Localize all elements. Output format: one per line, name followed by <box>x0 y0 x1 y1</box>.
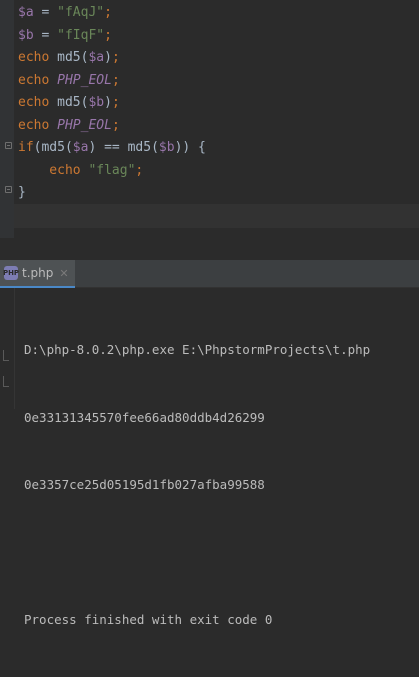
php-file-icon: PHP <box>3 266 19 280</box>
code-line[interactable]: echo PHP_EOL; <box>18 70 206 93</box>
current-line-highlight <box>14 204 419 228</box>
code-token: "flag" <box>88 162 136 178</box>
code-token: $b <box>18 27 34 43</box>
code-token: ) == md5( <box>88 140 159 155</box>
code-token: ; <box>135 162 144 178</box>
code-token: echo <box>18 72 58 88</box>
code-token: } <box>18 185 26 200</box>
code-token: ; <box>111 72 120 88</box>
console-exit-message: Process finished with exit code 0 <box>24 612 273 627</box>
fold-icon[interactable] <box>5 142 12 149</box>
code-token: = <box>33 27 58 43</box>
console-command-line: D:\php-8.0.2\php.exe E:\PhpstormProjects… <box>24 342 371 357</box>
code-token: PHP_EOL <box>57 72 112 88</box>
code-line[interactable]: echo "flag"; <box>18 160 206 183</box>
code-line[interactable]: $a = "fAqJ"; <box>18 2 206 25</box>
code-lines[interactable]: $a = "fAqJ"; $b = "fIqF"; echo md5($a); ech… <box>18 2 206 205</box>
editor-gutter <box>0 0 14 238</box>
close-icon[interactable]: ✕ <box>59 267 68 280</box>
code-token: md5( <box>57 50 89 65</box>
code-token: md5( <box>57 95 89 110</box>
code-token: ; <box>111 50 120 65</box>
code-editor[interactable]: $a = "fAqJ"; $b = "fIqF"; echo md5($a); ech… <box>0 0 419 238</box>
code-token: ; <box>104 27 112 43</box>
console-marker-icon <box>3 350 9 361</box>
code-line[interactable]: } <box>18 182 206 205</box>
run-tab[interactable]: PHP t.php ✕ <box>0 260 75 288</box>
code-token: $a <box>88 50 105 65</box>
run-tool-window-tabs: PHP t.php ✕ <box>0 260 419 288</box>
code-token: echo <box>18 117 58 133</box>
console-gutter <box>0 288 15 409</box>
code-token: "fAqJ" <box>57 5 105 20</box>
code-token: if <box>18 140 34 155</box>
console-marker-icon <box>3 376 9 387</box>
code-line[interactable]: echo PHP_EOL; <box>18 115 206 138</box>
code-token: PHP_EOL <box>57 117 112 133</box>
code-token: echo <box>18 50 58 65</box>
panel-splitter[interactable] <box>0 238 419 260</box>
code-token: $a <box>72 140 89 155</box>
code-token: echo <box>18 95 58 110</box>
code-token: $b <box>158 140 175 155</box>
code-token: ) <box>104 50 112 65</box>
run-console[interactable]: D:\php-8.0.2\php.exe E:\PhpstormProjects… <box>0 288 419 627</box>
code-line[interactable]: $b = "fIqF"; <box>18 25 206 48</box>
code-line[interactable]: echo md5($b); <box>18 92 206 115</box>
code-token: )) { <box>174 140 206 155</box>
code-token: "fIqF" <box>57 27 105 43</box>
code-token: = <box>33 5 58 20</box>
console-output-line: 0e33131345570fee66ad80ddb4d26299 <box>24 409 265 425</box>
code-token: ; <box>104 5 112 20</box>
code-token: $b <box>88 95 105 110</box>
code-token: ; <box>111 95 120 110</box>
code-token: (md5( <box>33 140 73 155</box>
code-token: echo <box>18 162 89 178</box>
code-token: $a <box>18 5 34 20</box>
code-line[interactable]: echo md5($a); <box>18 47 206 70</box>
console-output-line: 0e3357ce25d05195d1fb027afba99588 <box>24 477 265 492</box>
run-tab-label: t.php <box>22 266 54 280</box>
fold-icon[interactable] <box>5 186 12 193</box>
code-token: ) <box>104 95 112 110</box>
code-token: ; <box>111 117 120 133</box>
code-line[interactable]: if(md5($a) == md5($b)) { <box>18 137 206 160</box>
